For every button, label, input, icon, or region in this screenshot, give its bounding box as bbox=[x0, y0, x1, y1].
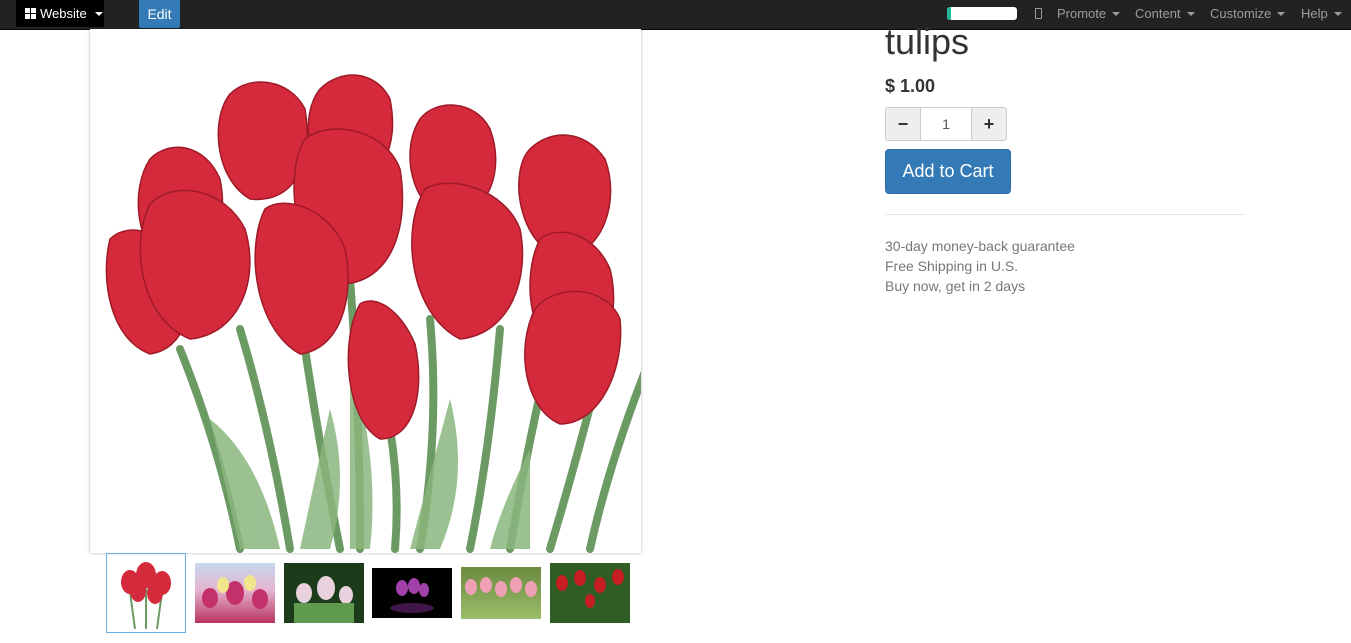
thumbnail-3[interactable] bbox=[284, 553, 364, 633]
product-price: $ 1.00 bbox=[885, 76, 936, 96]
help-menu[interactable]: Help bbox=[1301, 0, 1342, 27]
thumbnail-4[interactable] bbox=[372, 553, 452, 633]
promote-menu-label: Promote bbox=[1057, 6, 1107, 21]
thumbnail-image bbox=[550, 563, 630, 623]
quantity-input[interactable] bbox=[921, 107, 971, 141]
thumbnail-image bbox=[372, 568, 452, 618]
divider bbox=[885, 214, 1245, 215]
caret-down-icon bbox=[1186, 11, 1195, 16]
thumbnail-image bbox=[195, 563, 275, 623]
grid-icon bbox=[25, 8, 36, 19]
increase-quantity-button[interactable]: + bbox=[971, 107, 1007, 141]
content-menu[interactable]: Content bbox=[1135, 0, 1195, 27]
thumbnail-1[interactable] bbox=[106, 553, 186, 633]
caret-down-icon bbox=[94, 11, 103, 16]
website-apps-menu[interactable]: Website bbox=[16, 0, 104, 27]
thumbnail-image bbox=[461, 567, 541, 619]
progress-bar bbox=[947, 7, 1017, 20]
benefit-item: 30-day money-back guarantee bbox=[885, 238, 1075, 254]
minus-icon: − bbox=[897, 113, 909, 134]
content-menu-label: Content bbox=[1135, 6, 1181, 21]
thumbnail-5[interactable] bbox=[461, 553, 541, 633]
progress-fill bbox=[947, 7, 952, 20]
caret-down-icon bbox=[1333, 11, 1342, 16]
website-apps-label: Website bbox=[40, 6, 87, 21]
thumbnail-image bbox=[110, 557, 182, 629]
customize-menu[interactable]: Customize bbox=[1210, 0, 1286, 27]
benefit-item: Free Shipping in U.S. bbox=[885, 258, 1019, 274]
quantity-stepper: − + bbox=[885, 107, 1007, 141]
decrease-quantity-button[interactable]: − bbox=[885, 107, 921, 141]
product-main-image bbox=[90, 29, 641, 553]
benefits-list: 30-day money-back guarantee Free Shippin… bbox=[885, 236, 1075, 296]
customize-menu-label: Customize bbox=[1210, 6, 1272, 21]
thumbnail-2[interactable] bbox=[195, 553, 275, 633]
top-navbar: Website Edit Promote Content Customize H… bbox=[0, 0, 1351, 30]
thumbnail-6[interactable] bbox=[550, 553, 630, 633]
edit-button[interactable]: Edit bbox=[139, 0, 180, 28]
product-title: tulips bbox=[885, 21, 970, 62]
caret-down-icon bbox=[1112, 11, 1121, 16]
promote-menu[interactable]: Promote bbox=[1057, 0, 1121, 27]
thumbnail-image bbox=[284, 563, 364, 623]
plus-icon: + bbox=[983, 113, 995, 134]
tulip-bouquet-image bbox=[105, 74, 641, 553]
help-menu-label: Help bbox=[1301, 6, 1328, 21]
mobile-icon[interactable] bbox=[1035, 8, 1042, 19]
add-to-cart-button[interactable]: Add to Cart bbox=[885, 149, 1011, 194]
caret-down-icon bbox=[1277, 11, 1286, 16]
benefit-item: Buy now, get in 2 days bbox=[885, 278, 1026, 294]
